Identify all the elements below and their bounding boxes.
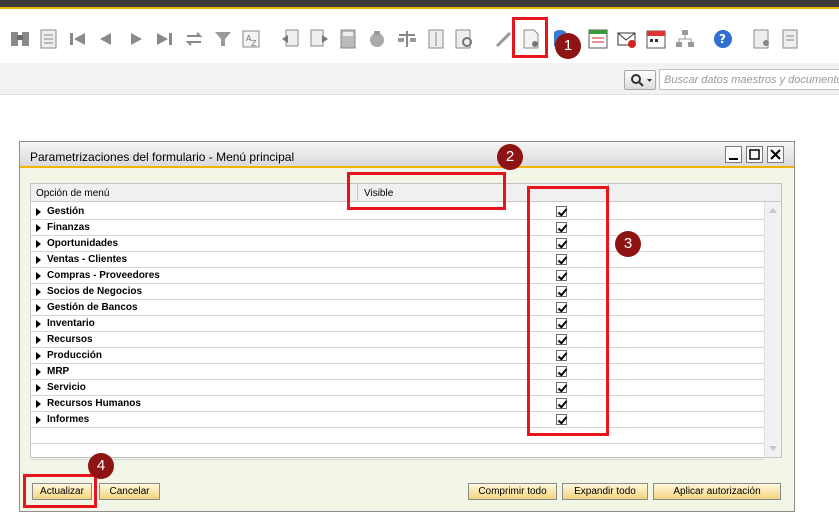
first-record-icon[interactable] (67, 28, 89, 50)
journal-icon[interactable] (425, 28, 447, 50)
binoculars-icon[interactable] (9, 28, 31, 50)
search-button[interactable] (624, 70, 656, 90)
message-icon[interactable] (616, 28, 638, 50)
refresh-icon[interactable] (183, 28, 205, 50)
expand-arrow-icon[interactable] (36, 240, 41, 248)
scale-icon[interactable] (396, 28, 418, 50)
annotation-box-1 (512, 17, 548, 58)
menu-option-row[interactable]: MRP (31, 364, 764, 380)
menu-option-row[interactable]: Compras - Proveedores (31, 268, 764, 284)
maximize-icon (749, 149, 760, 160)
main-toolbar: AZ ? (0, 11, 839, 63)
menu-option-row[interactable]: Informes (31, 412, 764, 428)
menu-option-label: Gestión de Bancos (47, 302, 138, 313)
annotation-box-3 (527, 186, 609, 436)
svg-text:?: ? (719, 32, 726, 46)
checklist-icon[interactable] (587, 28, 609, 50)
menu-options-grid: Opción de menú Visible Gestión Finanzas Op… (30, 183, 782, 460)
print-preview-icon[interactable] (751, 28, 773, 50)
menu-option-row[interactable]: Servicio (31, 380, 764, 396)
svg-text:Z: Z (251, 39, 257, 48)
search-input[interactable] (659, 69, 839, 90)
menu-option-label: Inventario (47, 318, 95, 329)
expand-arrow-icon[interactable] (36, 288, 41, 296)
menu-option-label: Gestión (47, 206, 85, 217)
menu-option-label: Informes (47, 414, 90, 425)
annotation-marker-2: 2 (497, 144, 523, 170)
money-icon[interactable] (366, 28, 388, 50)
menu-option-row[interactable]: Inventario (31, 316, 764, 332)
vertical-scrollbar[interactable] (764, 202, 781, 457)
previous-record-icon[interactable] (95, 28, 117, 50)
expand-arrow-icon[interactable] (36, 336, 41, 344)
export-icon[interactable] (780, 28, 802, 50)
menu-option-label: Ventas - Clientes (47, 254, 128, 265)
expand-arrow-icon[interactable] (36, 256, 41, 264)
menu-option-label: MRP (47, 366, 70, 377)
target-document-icon[interactable] (308, 28, 330, 50)
expand-arrow-icon[interactable] (36, 208, 41, 216)
close-icon (770, 149, 781, 160)
expand-arrow-icon[interactable] (36, 384, 41, 392)
menu-option-label: Producción (47, 350, 103, 361)
minimize-button[interactable] (725, 146, 742, 163)
menu-option-row[interactable]: Recursos (31, 332, 764, 348)
last-record-icon[interactable] (153, 28, 175, 50)
minimize-icon (729, 158, 738, 160)
expand-arrow-icon[interactable] (36, 320, 41, 328)
calendar-icon[interactable] (645, 28, 667, 50)
sort-icon[interactable]: AZ (240, 28, 262, 50)
column-header-menu-option[interactable]: Opción de menú (36, 188, 109, 199)
expand-arrow-icon[interactable] (36, 416, 41, 424)
base-document-icon[interactable] (280, 28, 302, 50)
document-list-icon[interactable] (38, 28, 60, 50)
cancel-button[interactable]: Cancelar (99, 483, 160, 500)
menu-option-label: Socios de Negocios (47, 286, 143, 297)
dialog-title: Parametrizaciones del formulario - Menú … (30, 150, 295, 164)
maximize-button[interactable] (746, 146, 763, 163)
menu-option-label: Finanzas (47, 222, 90, 233)
annotation-marker-4: 4 (88, 453, 114, 479)
apply-authorization-button[interactable]: Aplicar autorización (653, 483, 781, 500)
empty-row (31, 428, 764, 444)
annotation-marker-3: 3 (615, 231, 641, 257)
annotation-box-4 (23, 474, 97, 508)
collapse-all-button[interactable]: Comprimir todo (468, 483, 557, 500)
expand-all-button[interactable]: Expandir todo (562, 483, 648, 500)
menu-option-label: Compras - Proveedores (47, 270, 160, 281)
dialog-titlebar[interactable]: Parametrizaciones del formulario - Menú … (20, 142, 794, 168)
title-strip (0, 0, 839, 9)
search-icon (631, 74, 652, 87)
filter-icon[interactable] (212, 28, 234, 50)
scroll-up-icon[interactable] (765, 204, 781, 216)
next-record-icon[interactable] (125, 28, 147, 50)
annotation-marker-1: 1 (555, 33, 581, 59)
help-icon[interactable]: ? (712, 28, 734, 50)
menu-option-row[interactable]: Finanzas (31, 220, 764, 236)
menu-option-row[interactable]: Socios de Negocios (31, 284, 764, 300)
expand-arrow-icon[interactable] (36, 368, 41, 376)
hierarchy-icon[interactable] (674, 28, 696, 50)
expand-arrow-icon[interactable] (36, 224, 41, 232)
expand-arrow-icon[interactable] (36, 400, 41, 408)
menu-option-row[interactable]: Ventas - Clientes (31, 252, 764, 268)
menu-option-row[interactable]: Producción (31, 348, 764, 364)
settings-form-icon[interactable] (453, 28, 475, 50)
calculator-icon[interactable] (337, 28, 359, 50)
menu-option-row[interactable]: Oportunidades (31, 236, 764, 252)
menu-option-label: Recursos Humanos (47, 398, 141, 409)
empty-row (31, 444, 764, 460)
expand-arrow-icon[interactable] (36, 272, 41, 280)
menu-option-label: Oportunidades (47, 238, 119, 249)
menu-option-row[interactable]: Gestión de Bancos (31, 300, 764, 316)
scroll-down-icon[interactable] (765, 443, 781, 455)
menu-option-label: Recursos (47, 334, 93, 345)
search-bar (0, 63, 839, 95)
menu-option-label: Servicio (47, 382, 86, 393)
expand-arrow-icon[interactable] (36, 304, 41, 312)
annotation-box-2 (347, 172, 506, 210)
expand-arrow-icon[interactable] (36, 352, 41, 360)
close-button[interactable] (767, 146, 784, 163)
menu-option-row[interactable]: Recursos Humanos (31, 396, 764, 412)
